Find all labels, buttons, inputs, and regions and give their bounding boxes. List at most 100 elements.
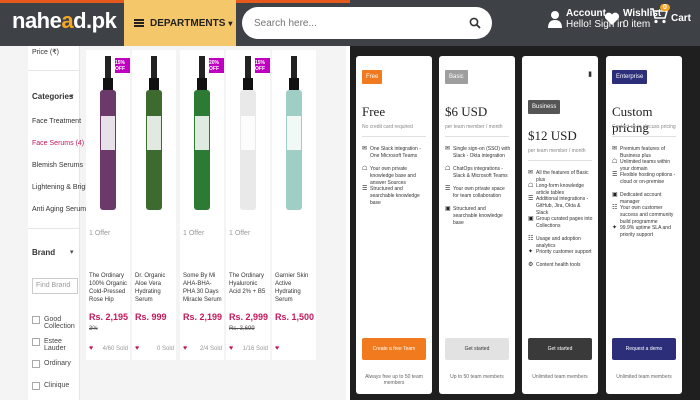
product-name[interactable]: Dr. Organic Aloe Vera Hydrating Serum bbox=[135, 272, 175, 304]
plan-feature-text: Flexible hosting options - cloud or on-p… bbox=[620, 172, 676, 185]
product-image[interactable] bbox=[88, 56, 128, 226]
heart-icon[interactable]: ♥ bbox=[183, 345, 187, 352]
category-item[interactable]: Face Treatment bbox=[32, 118, 81, 125]
plan-name: Free bbox=[362, 104, 386, 119]
heart-icon[interactable]: ♥ bbox=[135, 345, 139, 352]
plan-feature: ✦ Priority customer support bbox=[528, 249, 594, 256]
brand-checkbox[interactable] bbox=[32, 382, 40, 390]
plan-feature-text: Structured and searchable knowledge base bbox=[453, 206, 503, 226]
brand-filter-input[interactable]: Find Brand bbox=[32, 278, 78, 294]
feature-icon: ✉ bbox=[528, 170, 534, 176]
product-name[interactable]: The Ordinary Hyaluronic Acid 2% + B5 bbox=[229, 272, 269, 296]
sold-count: 4/60 Sold bbox=[102, 346, 128, 352]
screenshot-root: nahead.pk DEPARTMENTS ▾ AccountHello! Si… bbox=[0, 0, 700, 400]
plan-name: $6 USD bbox=[445, 104, 488, 119]
feature-icon: ☰ bbox=[362, 186, 368, 192]
product-name[interactable]: The Ordinary 100% Organic Cold-Pressed R… bbox=[89, 272, 129, 304]
search-bar bbox=[242, 7, 492, 39]
departments-label: DEPARTMENTS bbox=[150, 17, 226, 29]
search-button[interactable] bbox=[462, 10, 488, 36]
offer-label: 1 Offer bbox=[183, 230, 205, 237]
plan-tag: Basic bbox=[445, 70, 468, 84]
departments-button[interactable]: DEPARTMENTS ▾ bbox=[124, 0, 236, 46]
product-image[interactable] bbox=[134, 56, 174, 226]
product-image[interactable] bbox=[228, 56, 268, 226]
feature-icon: ☷ bbox=[612, 205, 618, 211]
plan-feature: ☖ Unlimited teams within your domain bbox=[612, 159, 678, 173]
product-price: Rs. 2,199 bbox=[183, 312, 223, 322]
heart-icon[interactable]: ♥ bbox=[89, 345, 93, 352]
feature-icon: ☰ bbox=[612, 172, 618, 178]
chevron-down-icon[interactable]: ▾ bbox=[70, 248, 74, 256]
brand-label: Good Collection bbox=[44, 316, 75, 330]
categories-title: Categories bbox=[32, 92, 74, 101]
plan-divider bbox=[612, 136, 676, 137]
product-image[interactable] bbox=[274, 56, 314, 226]
feature-icon: ☖ bbox=[528, 183, 534, 189]
plan-name: $12 USD bbox=[528, 128, 577, 143]
plan-feature: ⚙ Content health tools bbox=[528, 262, 594, 269]
category-item-active[interactable]: Face Serums (4) bbox=[32, 140, 84, 147]
pricing-plan-card: Basic $6 USD per team member / month ✉ Singl… bbox=[439, 56, 515, 394]
brand-title: Brand bbox=[32, 248, 56, 257]
product-price: Rs. 1,500 bbox=[275, 312, 315, 322]
feature-icon: ▣ bbox=[445, 206, 451, 212]
chevron-down-icon: ▾ bbox=[228, 18, 233, 28]
product-name[interactable]: Garnier Skin Active Hydrating Serum bbox=[275, 272, 315, 304]
plan-cta-button[interactable]: Get started bbox=[528, 338, 592, 360]
product-card[interactable]: 20% OFF 1 Offer Some By Mi AHA-BHA-PHA 30 … bbox=[180, 50, 224, 360]
plan-name: Custom pricing bbox=[612, 104, 653, 135]
plan-feature: ☰ Structured and searchable knowledge bas… bbox=[362, 186, 428, 207]
brand-label: Estee Lauder bbox=[44, 338, 66, 352]
plan-feature: ☰ Your own private space for team collabo… bbox=[445, 186, 511, 200]
plan-feature: ▣ Dedicated account manager bbox=[612, 192, 678, 206]
plan-feature-text: Group curated pages into Collections bbox=[536, 216, 593, 229]
category-item[interactable]: Blemish Serums bbox=[32, 162, 83, 169]
product-card[interactable]: Dr. Organic Aloe Vera Hydrating Serum Rs.… bbox=[132, 50, 176, 360]
product-image[interactable] bbox=[182, 56, 222, 226]
brand-checkbox[interactable] bbox=[32, 360, 40, 368]
chevron-down-icon[interactable]: ▾ bbox=[70, 92, 74, 100]
logo-tail: d.pk bbox=[73, 8, 117, 33]
plan-subtitle: per team member / month bbox=[445, 124, 503, 130]
logo-text: nahe bbox=[12, 8, 62, 33]
feature-icon: ▣ bbox=[612, 192, 618, 198]
brand-checkbox[interactable] bbox=[32, 338, 40, 346]
plan-feature-text: Single sign-on (SSO) with Slack - Okta i… bbox=[453, 146, 511, 159]
product-price: Rs. 2,999 bbox=[229, 312, 269, 322]
brand-checkbox[interactable] bbox=[32, 316, 40, 324]
cart-link[interactable]: 0 Cart bbox=[650, 4, 691, 29]
plan-divider bbox=[528, 160, 592, 161]
product-name[interactable]: Some By Mi AHA-BHA-PHA 30 Days Miracle S… bbox=[183, 272, 223, 304]
plan-cta-button[interactable]: Create a free Team bbox=[362, 338, 426, 360]
plan-tag: Enterprise bbox=[612, 70, 648, 84]
plan-feature-text: Content health tools bbox=[536, 262, 581, 268]
plan-feature: ✦ 99.9% uptime SLA and priority support bbox=[612, 225, 678, 239]
plan-feature-text: All the features of Basic plus bbox=[536, 170, 589, 183]
product-card[interactable]: 15% OFF 1 Offer The Ordinary 100% Organic … bbox=[86, 50, 130, 360]
product-card[interactable]: 15% OFF 1 Offer The Ordinary Hyaluronic Ac… bbox=[226, 50, 270, 360]
plan-cta-button[interactable]: Request a demo bbox=[612, 338, 676, 360]
cart-count-badge: 0 bbox=[660, 4, 670, 11]
plan-footer-note: Always free up to 50 team members bbox=[365, 374, 423, 386]
plan-feature: ☰ Additional integrations - GitHub, Jira,… bbox=[528, 196, 594, 217]
plan-feature-text: Priority customer support bbox=[536, 249, 592, 255]
product-card[interactable]: Garnier Skin Active Hydrating Serum Rs. 1… bbox=[272, 50, 316, 360]
plan-feature: ☷ Your own customer success and community… bbox=[612, 205, 678, 226]
site-header: nahead.pk DEPARTMENTS ▾ AccountHello! Si… bbox=[0, 0, 700, 46]
site-logo[interactable]: nahead.pk bbox=[12, 8, 117, 34]
price-filter-label: Price (₹) bbox=[32, 49, 60, 56]
plan-cta-button[interactable]: Get started bbox=[445, 338, 509, 360]
heart-icon[interactable]: ♥ bbox=[275, 345, 279, 352]
plan-footer-note: Unlimited team members bbox=[532, 374, 588, 380]
heart-icon[interactable]: ♥ bbox=[229, 345, 233, 352]
feature-icon: ☖ bbox=[362, 166, 368, 172]
plan-feature: ☖ Your own private knowledge base and ans… bbox=[362, 166, 428, 187]
feature-icon: ☰ bbox=[445, 186, 451, 192]
plan-feature: ▣ Group curated pages into Collections bbox=[528, 216, 594, 230]
plan-subtitle: per team member / month bbox=[528, 148, 586, 154]
discount-badge: 20% OFF bbox=[209, 58, 224, 73]
logo-accent-letter: a bbox=[61, 8, 74, 33]
feature-icon: ☷ bbox=[528, 236, 534, 242]
search-input[interactable] bbox=[254, 17, 454, 29]
